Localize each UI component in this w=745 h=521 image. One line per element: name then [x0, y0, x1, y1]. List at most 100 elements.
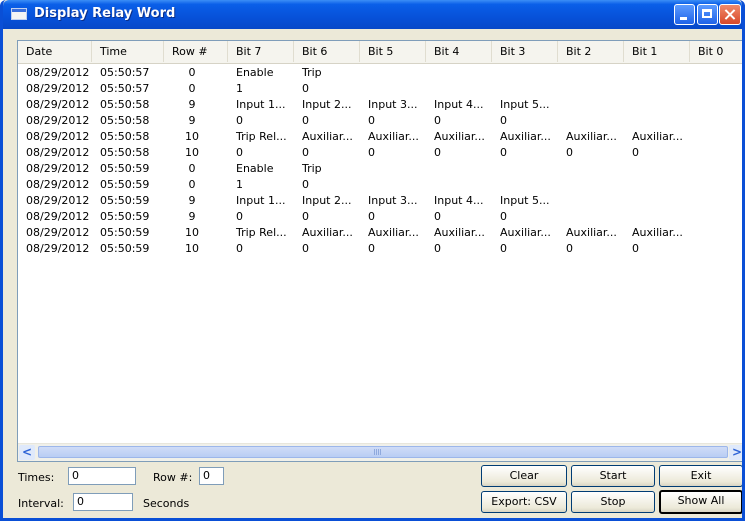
cell-bit-6: Trip [302, 162, 322, 175]
cell-row-num: 0 [188, 82, 196, 95]
list-header: Date Time Row # Bit 7 Bit 6 Bit 5 Bit 4 Bit 3 Bi… [18, 41, 742, 64]
cell-bit-7: Enable [236, 66, 274, 79]
minimize-button[interactable] [674, 4, 695, 25]
cell-bit-6: Input 2... [302, 98, 352, 111]
cell-bit-5: 0 [368, 210, 375, 223]
interval-label: Interval: [18, 497, 64, 510]
cell-bit-5: 0 [368, 146, 375, 159]
cell-bit-6: 0 [302, 114, 309, 127]
cell-bit-7: Trip Rel... [236, 226, 287, 239]
cell-date: 08/29/2012 [26, 242, 90, 255]
rownum-field[interactable]: 0 [199, 467, 224, 485]
column-header-bit-2[interactable]: Bit 2 [558, 41, 624, 62]
cell-bit-3: 0 [500, 114, 507, 127]
cell-time: 05:50:57 [100, 82, 150, 95]
column-header-date[interactable]: Date [18, 41, 92, 62]
cell-bit-5: Auxiliar... [368, 226, 419, 239]
cell-bit-4: 0 [434, 210, 441, 223]
cell-bit-6: Auxiliar... [302, 226, 353, 239]
export-csv-button[interactable]: Export: CSV [481, 491, 567, 513]
close-button[interactable] [719, 4, 741, 25]
cell-bit-4: Input 4... [434, 98, 484, 111]
cell-bit-4: Auxiliar... [434, 130, 485, 143]
scroll-left-arrow-icon[interactable]: < [19, 445, 35, 460]
title-bar[interactable]: Display Relay Word [3, 0, 742, 29]
window-title: Display Relay Word [34, 6, 176, 21]
cell-time: 05:50:58 [100, 98, 150, 111]
cell-date: 08/29/2012 [26, 226, 90, 239]
cell-bit-4: 0 [434, 146, 441, 159]
cell-bit-4: Auxiliar... [434, 226, 485, 239]
column-header-row-num[interactable]: Row # [164, 41, 228, 62]
cell-bit-6: 0 [302, 82, 309, 95]
maximize-button[interactable] [697, 4, 718, 25]
column-header-bit-1[interactable]: Bit 1 [624, 41, 690, 62]
cell-bit-5: 0 [368, 242, 375, 255]
cell-bit-7: 1 [236, 82, 243, 95]
window-app-icon [11, 8, 27, 20]
cell-time: 05:50:57 [100, 66, 150, 79]
cell-bit-7: Input 1... [236, 194, 286, 207]
cell-bit-4: Input 4... [434, 194, 484, 207]
cell-bit-6: 0 [302, 178, 309, 191]
cell-bit-3: Auxiliar... [500, 130, 551, 143]
column-header-time[interactable]: Time [92, 41, 164, 62]
cell-bit-7: 1 [236, 178, 243, 191]
column-header-bit-6[interactable]: Bit 6 [294, 41, 360, 62]
cell-row-num: 10 [185, 226, 199, 239]
cell-date: 08/29/2012 [26, 178, 90, 191]
horizontal-scrollbar[interactable]: < > [18, 443, 742, 461]
cell-bit-7: Enable [236, 162, 274, 175]
cell-bit-3: Input 5... [500, 98, 550, 111]
cell-bit-3: Input 5... [500, 194, 550, 207]
column-header-bit-7[interactable]: Bit 7 [228, 41, 294, 62]
cell-bit-3: 0 [500, 146, 507, 159]
cell-bit-1: Auxiliar... [632, 226, 683, 239]
cell-time: 05:50:59 [100, 194, 150, 207]
column-header-bit-0[interactable]: Bit 0 [690, 41, 742, 62]
cell-row-num: 10 [185, 242, 199, 255]
scrollbar-thumb[interactable] [38, 446, 728, 458]
cell-date: 08/29/2012 [26, 194, 90, 207]
cell-bit-2: 0 [566, 146, 573, 159]
cell-bit-7: Trip Rel... [236, 130, 287, 143]
cell-bit-2: Auxiliar... [566, 226, 617, 239]
show-all-button[interactable]: Show All [659, 490, 742, 514]
cell-row-num: 10 [185, 130, 199, 143]
column-header-bit-5[interactable]: Bit 5 [360, 41, 426, 62]
start-button[interactable]: Start [571, 465, 655, 487]
cell-date: 08/29/2012 [26, 98, 90, 111]
cell-date: 08/29/2012 [26, 162, 90, 175]
cell-bit-5: Input 3... [368, 194, 418, 207]
cell-time: 05:50:58 [100, 130, 150, 143]
cell-bit-7: 0 [236, 146, 243, 159]
cell-time: 05:50:59 [100, 210, 150, 223]
cell-time: 05:50:59 [100, 162, 150, 175]
interval-field[interactable]: 0 [73, 493, 133, 511]
cell-bit-6: 0 [302, 242, 309, 255]
relay-word-list[interactable]: Date Time Row # Bit 7 Bit 6 Bit 5 Bit 4 Bit 3 Bi… [17, 40, 742, 462]
stop-button[interactable]: Stop [571, 491, 655, 513]
cell-time: 05:50:59 [100, 226, 150, 239]
cell-row-num: 9 [188, 114, 196, 127]
cell-bit-6: 0 [302, 210, 309, 223]
cell-bit-5: Auxiliar... [368, 130, 419, 143]
times-field[interactable]: 0 [68, 467, 136, 485]
cell-bit-6: Input 2... [302, 194, 352, 207]
cell-row-num: 9 [188, 98, 196, 111]
cell-bit-3: 0 [500, 210, 507, 223]
cell-time: 05:50:58 [100, 114, 150, 127]
times-label: Times: [18, 471, 55, 484]
cell-bit-7: 0 [236, 210, 243, 223]
scroll-right-arrow-icon[interactable]: > [729, 445, 742, 460]
cell-bit-6: Auxiliar... [302, 130, 353, 143]
clear-button[interactable]: Clear [481, 465, 567, 487]
cell-row-num: 0 [188, 178, 196, 191]
column-header-bit-4[interactable]: Bit 4 [426, 41, 492, 62]
cell-bit-5: 0 [368, 114, 375, 127]
cell-date: 08/29/2012 [26, 66, 90, 79]
exit-button[interactable]: Exit [659, 465, 742, 487]
relay-word-window: Display Relay Word Date Time Row # Bit 7 Bit… [0, 0, 745, 521]
column-header-bit-3[interactable]: Bit 3 [492, 41, 558, 62]
cell-bit-7: Input 1... [236, 98, 286, 111]
